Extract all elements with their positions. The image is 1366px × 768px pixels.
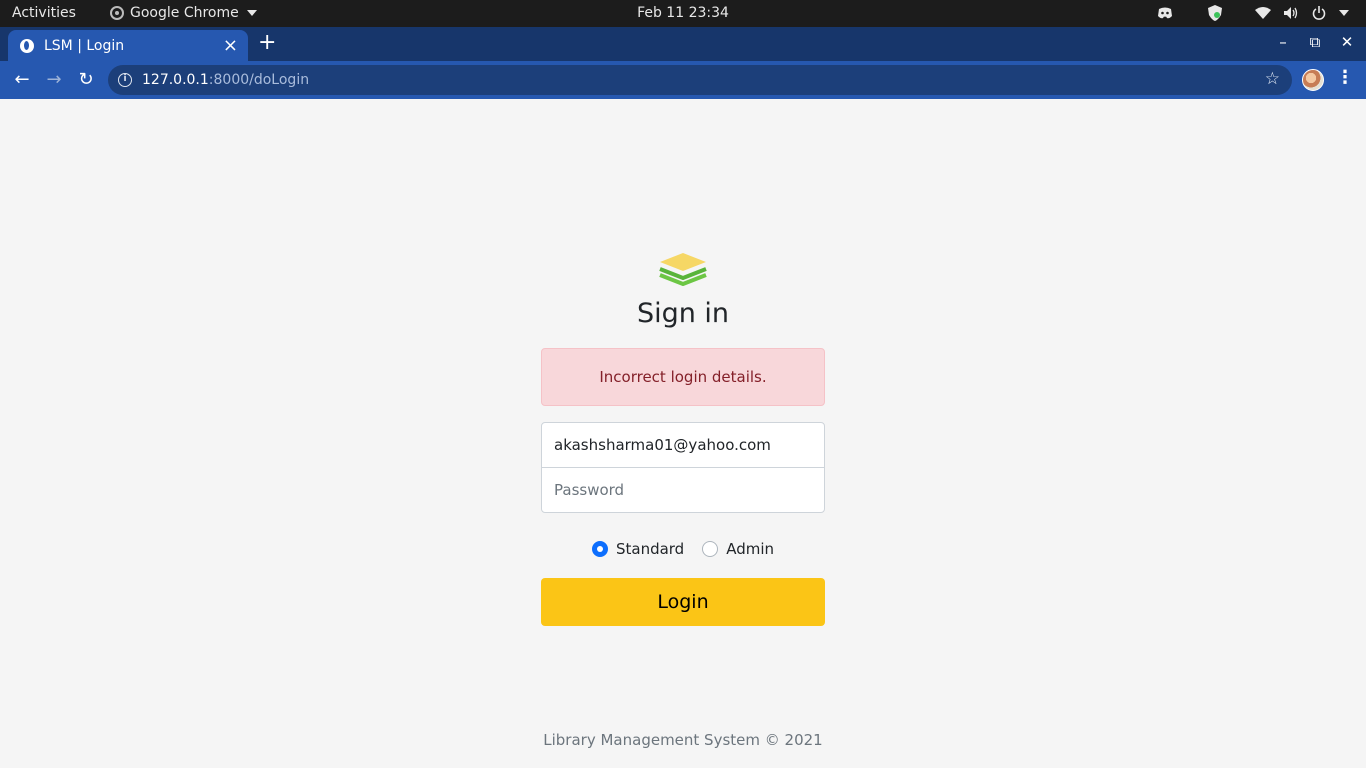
- tab-title: LSM | Login: [44, 37, 125, 54]
- window-controls: – ⧉ ✕: [1274, 33, 1356, 51]
- tab-lsm-login[interactable]: LSM | Login ×: [8, 30, 248, 61]
- clock[interactable]: Feb 11 23:34: [637, 5, 729, 21]
- forward-icon[interactable]: →: [42, 68, 66, 92]
- url-host: 127.0.0.1: [142, 72, 209, 88]
- tab-strip: LSM | Login ×: [0, 27, 1366, 61]
- login-button[interactable]: Login: [541, 578, 825, 626]
- menu-kebab-icon[interactable]: ⋮: [1336, 67, 1354, 88]
- role-radio-group: Standard Admin: [0, 540, 1366, 558]
- restore-icon[interactable]: ⧉: [1306, 33, 1324, 51]
- footer-text: Library Management System © 2021: [543, 731, 823, 749]
- layers-logo-icon: [657, 251, 709, 295]
- tray-caret-down-icon[interactable]: [1334, 4, 1352, 22]
- browser-toolbar: ← → ↻ i 127.0.0.1 :8000/doLogin ☆ ⋮: [0, 61, 1366, 99]
- globe-icon: [20, 38, 34, 53]
- radio-admin-label: Admin: [726, 540, 775, 558]
- password-field[interactable]: Password: [541, 467, 825, 513]
- radio-admin-indicator[interactable]: [702, 541, 719, 557]
- radio-admin[interactable]: Admin: [702, 540, 774, 558]
- power-icon[interactable]: [1310, 4, 1328, 22]
- error-alert: Incorrect login details.: [541, 348, 825, 406]
- caret-down-icon: [246, 10, 257, 16]
- bookmark-star-icon[interactable]: ☆: [1265, 69, 1280, 89]
- email-field[interactable]: akashsharma01@yahoo.com: [541, 422, 825, 468]
- site-info-icon[interactable]: i: [118, 73, 132, 87]
- url-path: :8000/doLogin: [208, 72, 310, 88]
- close-tab-icon[interactable]: ×: [223, 35, 238, 56]
- page-title: Sign in: [636, 298, 730, 329]
- reload-icon[interactable]: ↻: [74, 68, 98, 92]
- chrome-icon: [110, 6, 124, 20]
- new-tab-button[interactable]: +: [258, 30, 276, 55]
- activities-button[interactable]: Activities: [12, 5, 76, 21]
- radio-standard[interactable]: Standard: [591, 540, 685, 558]
- system-tray[interactable]: [1146, 4, 1352, 22]
- radio-standard-indicator[interactable]: [591, 541, 608, 557]
- profile-avatar[interactable]: [1302, 69, 1324, 91]
- address-bar[interactable]: i 127.0.0.1 :8000/doLogin ☆: [108, 65, 1292, 95]
- discord-icon[interactable]: [1156, 4, 1174, 22]
- back-icon[interactable]: ←: [10, 68, 34, 92]
- app-menu[interactable]: Google Chrome: [110, 5, 257, 21]
- shield-icon[interactable]: [1206, 4, 1224, 22]
- system-top-bar: Activities Google Chrome Feb 11 23:34: [0, 0, 1366, 27]
- volume-icon[interactable]: [1282, 4, 1300, 22]
- radio-standard-label: Standard: [615, 540, 685, 558]
- minimize-icon[interactable]: –: [1274, 33, 1292, 51]
- wifi-icon[interactable]: [1254, 4, 1272, 22]
- close-window-icon[interactable]: ✕: [1338, 33, 1356, 51]
- app-menu-label: Google Chrome: [130, 5, 239, 21]
- page-content: Sign in Incorrect login details. akashsh…: [0, 99, 1366, 768]
